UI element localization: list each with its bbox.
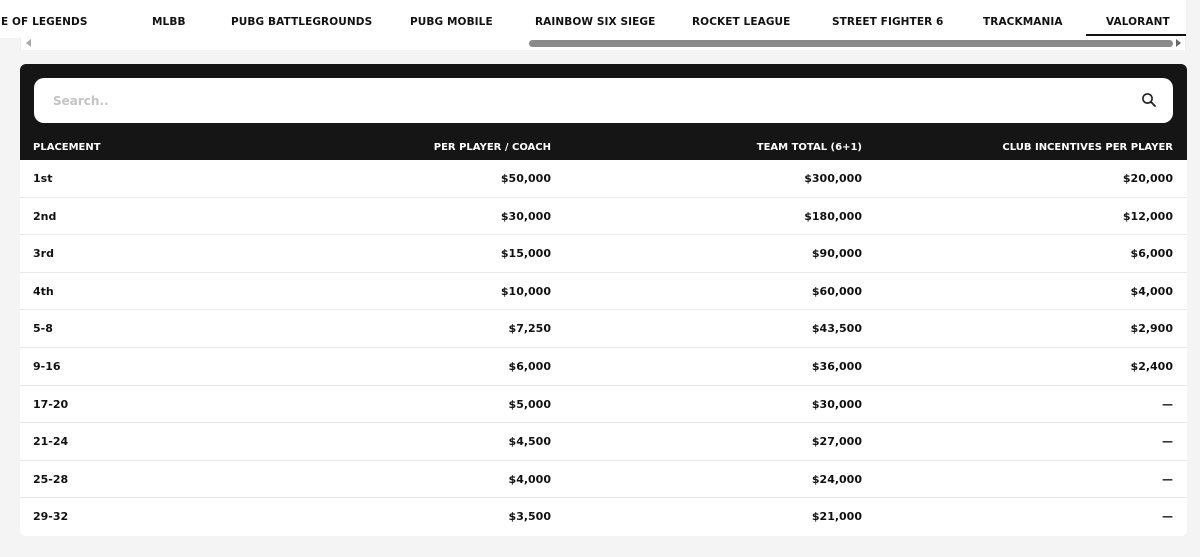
placement-cell: 2nd <box>33 209 57 223</box>
team-total-cell: $300,000 <box>804 172 862 185</box>
team-total-cell: $27,000 <box>811 435 862 449</box>
per-player-cell: $15,000 <box>500 247 551 261</box>
club-incentive-cell: $6,000 <box>1130 247 1173 261</box>
per-player-cell: $4,500 <box>508 435 551 449</box>
table-row: 17-20 $5,000 $30,000 — <box>20 386 1187 424</box>
placement-cell: 17-20 <box>33 397 69 411</box>
placement-cell: 5-8 <box>33 322 53 336</box>
club-incentive-cell: $4,000 <box>1130 284 1173 298</box>
tab-mlbb[interactable]: MLBB <box>152 0 186 38</box>
scroll-right-arrow-icon[interactable] <box>1176 39 1181 47</box>
per-player-cell: $10,000 <box>500 284 551 298</box>
club-incentive-cell: — <box>1162 472 1173 486</box>
placement-cell: 25-28 <box>33 472 69 486</box>
tabs-scrollbar[interactable] <box>20 37 1186 50</box>
tab-valorant[interactable]: VALORANT <box>1086 0 1186 38</box>
table-row: 4th $10,000 $60,000 $4,000 <box>20 273 1187 311</box>
prize-table-panel: PLACEMENT PER PLAYER / COACH TEAM TOTAL … <box>20 64 1187 536</box>
placement-cell: 21-24 <box>33 435 69 449</box>
team-total-cell: $180,000 <box>804 209 862 223</box>
column-header-team-total[interactable]: TEAM TOTAL (6+1) <box>757 142 862 153</box>
column-header-club-incentives[interactable]: CLUB INCENTIVES PER PLAYER <box>1002 142 1173 153</box>
per-player-cell: $5,000 <box>508 397 551 411</box>
team-total-cell: $36,000 <box>811 359 862 373</box>
tab-pubg-battlegrounds[interactable]: PUBG BATTLEGROUNDS <box>231 0 372 38</box>
tab-rocket-league[interactable]: ROCKET LEAGUE <box>692 0 790 38</box>
search-box[interactable] <box>34 78 1173 123</box>
placement-cell: 4th <box>33 284 54 298</box>
table-body: 1st $50,000 $300,000 $20,000 2nd $30,000… <box>20 160 1187 536</box>
team-total-cell: $90,000 <box>811 247 862 261</box>
table-header-bar: PLACEMENT PER PLAYER / COACH TEAM TOTAL … <box>20 64 1187 160</box>
placement-cell: 1st <box>33 172 53 185</box>
placement-cell: 9-16 <box>33 359 61 373</box>
team-total-cell: $21,000 <box>811 510 862 524</box>
table-row: 2nd $30,000 $180,000 $12,000 <box>20 198 1187 236</box>
table-row: 1st $50,000 $300,000 $20,000 <box>20 160 1187 198</box>
team-total-cell: $30,000 <box>811 397 862 411</box>
per-player-cell: $4,000 <box>508 472 551 486</box>
club-incentive-cell: $20,000 <box>1122 172 1173 185</box>
per-player-cell: $7,250 <box>508 322 551 336</box>
team-total-cell: $43,500 <box>811 322 862 336</box>
per-player-cell: $3,500 <box>508 510 551 524</box>
table-row: 29-32 $3,500 $21,000 — <box>20 498 1187 536</box>
table-row: 25-28 $4,000 $24,000 — <box>20 461 1187 499</box>
tab-street-fighter-6[interactable]: STREET FIGHTER 6 <box>832 0 943 38</box>
team-total-cell: $60,000 <box>811 284 862 298</box>
club-incentive-cell: — <box>1162 435 1173 449</box>
per-player-cell: $6,000 <box>508 359 551 373</box>
club-incentive-cell: $2,900 <box>1130 322 1173 336</box>
scroll-left-arrow-icon[interactable] <box>26 39 31 47</box>
game-tabs: JE OF LEGENDS MLBB PUBG BATTLEGROUNDS PU… <box>0 0 1186 38</box>
column-header-per-player[interactable]: PER PLAYER / COACH <box>434 142 551 153</box>
per-player-cell: $50,000 <box>500 172 551 185</box>
team-total-cell: $24,000 <box>811 472 862 486</box>
table-row: 5-8 $7,250 $43,500 $2,900 <box>20 310 1187 348</box>
tab-rainbow-six-siege[interactable]: RAINBOW SIX SIEGE <box>535 0 655 38</box>
placement-cell: 29-32 <box>33 510 69 524</box>
tab-league-of-legends[interactable]: JE OF LEGENDS <box>0 0 88 38</box>
tab-trackmania[interactable]: TRACKMANIA <box>983 0 1063 38</box>
table-row: 3rd $15,000 $90,000 $6,000 <box>20 235 1187 273</box>
club-incentive-cell: $2,400 <box>1130 359 1173 373</box>
club-incentive-cell: $12,000 <box>1122 209 1173 223</box>
scrollbar-thumb[interactable] <box>529 40 1173 47</box>
table-row: 9-16 $6,000 $36,000 $2,400 <box>20 348 1187 386</box>
per-player-cell: $30,000 <box>500 209 551 223</box>
search-input[interactable] <box>34 78 1134 123</box>
club-incentive-cell: — <box>1162 397 1173 411</box>
search-icon[interactable] <box>1141 92 1157 108</box>
placement-cell: 3rd <box>33 247 54 261</box>
column-header-placement[interactable]: PLACEMENT <box>33 142 101 153</box>
table-row: 21-24 $4,500 $27,000 — <box>20 423 1187 461</box>
tab-pubg-mobile[interactable]: PUBG MOBILE <box>410 0 493 38</box>
club-incentive-cell: — <box>1162 510 1173 524</box>
